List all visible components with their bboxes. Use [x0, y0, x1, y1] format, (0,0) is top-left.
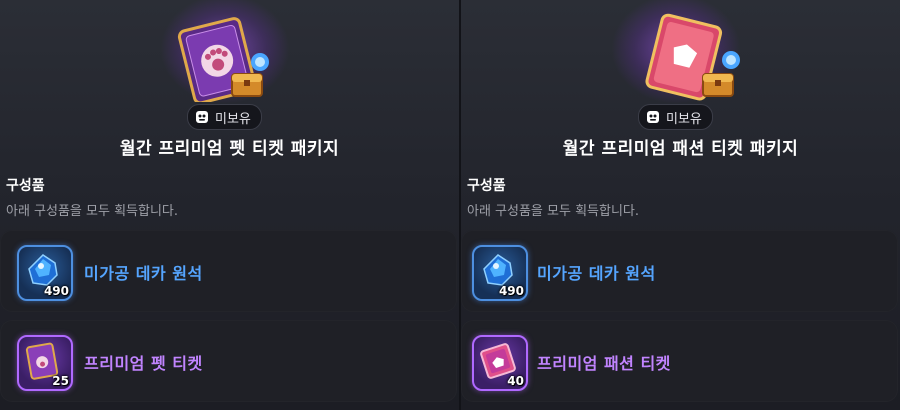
badge-label: 미보유 — [666, 111, 702, 127]
item-name: 프리미엄 펫 티켓 — [84, 354, 203, 373]
item-name: 프리미엄 패션 티켓 — [537, 354, 671, 373]
contents-description: 아래 구성품을 모두 획득합니다. — [6, 204, 179, 219]
item-quantity: 490 — [43, 284, 69, 298]
contents-heading: 구성품 — [467, 178, 506, 194]
item-name: 미가공 데카 원석 — [537, 264, 656, 283]
package-item[interactable]: 40 프리미엄 패션 티켓 — [461, 320, 898, 402]
contents-heading: 구성품 — [6, 178, 45, 194]
contents-description: 아래 구성품을 모두 획득합니다. — [467, 204, 640, 219]
package-item[interactable]: 490 미가공 데카 원석 — [0, 230, 457, 312]
fashion-ticket-package-icon — [645, 13, 740, 101]
item-quantity: 490 — [498, 284, 524, 298]
item-thumbnail: 25 — [17, 335, 73, 391]
ownership-badge: 미보유 — [187, 104, 262, 130]
package-item[interactable]: 490 미가공 데카 원석 — [461, 230, 898, 312]
package-item[interactable]: 25 프리미엄 펫 티켓 — [0, 320, 457, 402]
item-quantity: 40 — [507, 374, 524, 388]
item-thumbnail: 490 — [17, 245, 73, 301]
package-panel-pet: 미보유 월간 프리미엄 펫 티켓 패키지 구성품 아래 구성품을 모두 획득합니… — [0, 0, 459, 410]
pet-ticket-package-icon — [177, 17, 269, 102]
not-owned-icon — [194, 109, 210, 125]
package-panel-fashion: 미보유 월간 프리미엄 패션 티켓 패키지 구성품 아래 구성품을 모두 획득합… — [461, 0, 900, 410]
ownership-badge: 미보유 — [638, 104, 713, 130]
item-thumbnail: 490 — [472, 245, 528, 301]
not-owned-icon — [645, 109, 661, 125]
item-thumbnail: 40 — [472, 335, 528, 391]
package-hero — [461, 0, 900, 104]
package-title: 월간 프리미엄 펫 티켓 패키지 — [119, 139, 340, 159]
item-quantity: 25 — [52, 374, 69, 388]
package-title: 월간 프리미엄 패션 티켓 패키지 — [562, 139, 799, 159]
badge-label: 미보유 — [215, 111, 251, 127]
package-hero — [0, 0, 459, 104]
item-name: 미가공 데카 원석 — [84, 264, 203, 283]
